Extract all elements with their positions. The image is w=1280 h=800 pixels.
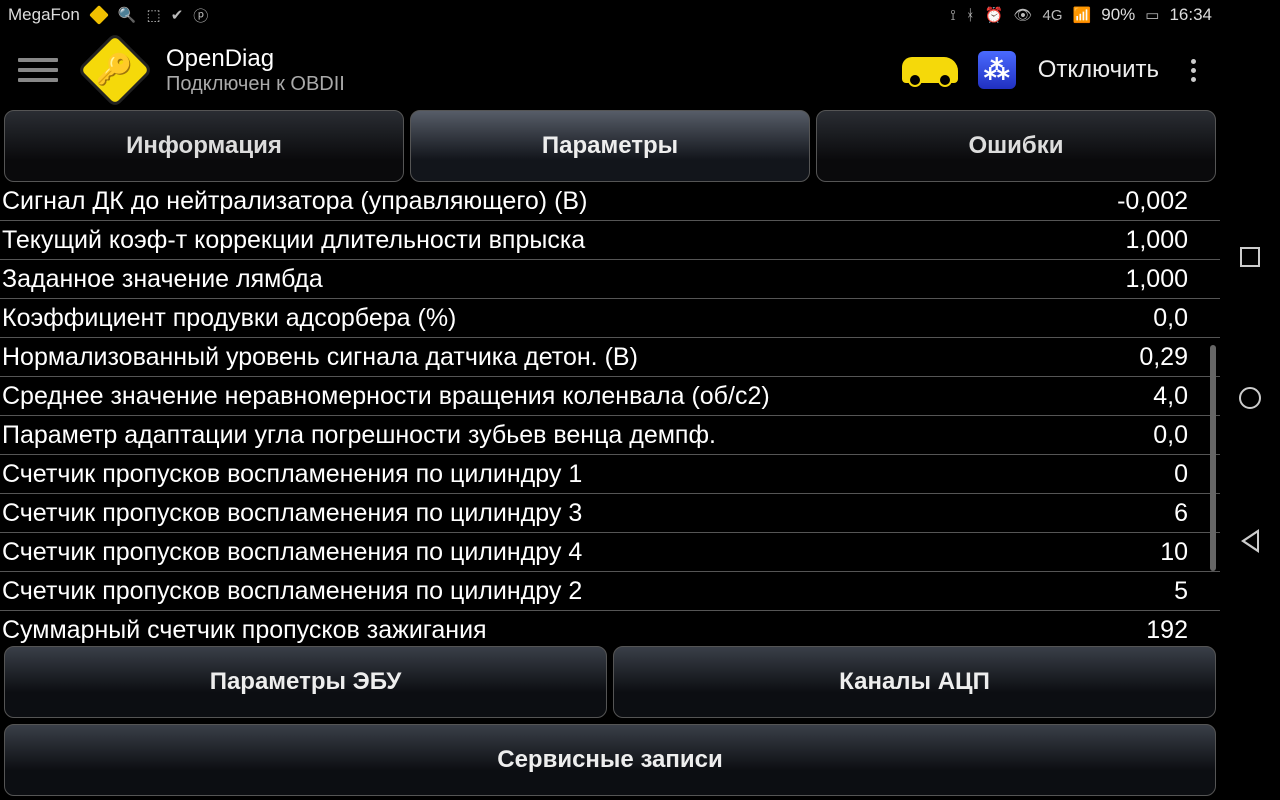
parameter-row[interactable]: Сигнал ДК до нейтрализатора (управляющег… [0,182,1220,221]
parameter-value: 1,000 [1105,226,1218,255]
alarm-icon: ⏰ [985,6,1004,24]
bottom-toolbar: Параметры ЭБУ Каналы АЦП Сервисные запис… [0,644,1220,800]
menu-button[interactable] [18,50,58,90]
eye-icon: 👁 [1013,6,1032,24]
signal-icon: 📶 [1073,6,1092,24]
pinterest-icon: ⓟ [193,5,208,26]
parameter-row[interactable]: Коэффициент продувки адсорбера (%)0,0 [0,299,1220,338]
parameter-value: 5 [1154,577,1218,606]
ecu-params-button[interactable]: Параметры ЭБУ [4,646,607,718]
service-records-button[interactable]: Сервисные записи [4,724,1216,796]
parameter-name: Заданное значение лямбда [2,265,1105,294]
parameter-value: 0 [1154,460,1218,489]
parameter-name: Счетчик пропусков воспламенения по цилин… [2,460,1154,489]
search-icon: 🔍 [118,6,137,24]
clock-label: 16:34 [1169,5,1212,25]
parameter-row[interactable]: Заданное значение лямбда1,000 [0,260,1220,299]
parameter-row[interactable]: Суммарный счетчик пропусков зажигания192 [0,611,1220,644]
parameter-name: Коэффициент продувки адсорбера (%) [2,304,1133,333]
tab-errors[interactable]: Ошибки [816,110,1216,182]
app-bar: 🔑 OpenDiag Подключен к OBDII ⁂ Отключить [0,30,1220,110]
parameter-value: 192 [1126,616,1218,645]
parameter-value: 0,0 [1133,421,1218,450]
car-icon[interactable] [902,57,958,83]
disconnect-button[interactable]: Отключить [1038,56,1159,84]
gps-icon: ⟟ [950,7,956,24]
carrier-icon [89,5,109,25]
nav-back-button[interactable] [1241,529,1259,553]
parameter-row[interactable]: Счетчик пропусков воспламенения по цилин… [0,494,1220,533]
app-title: OpenDiag [166,45,345,73]
parameter-row[interactable]: Текущий коэф-т коррекции длительности вп… [0,221,1220,260]
parameter-value: 0,0 [1133,304,1218,333]
tab-info[interactable]: Информация [4,110,404,182]
parameter-name: Счетчик пропусков воспламенения по цилин… [2,499,1154,528]
bluetooth-status-icon: ᚼ [966,7,975,24]
nav-recent-button[interactable] [1240,247,1260,267]
parameter-name: Счетчик пропусков воспламенения по цилин… [2,538,1140,567]
parameter-value: 0,29 [1119,343,1218,372]
parameter-row[interactable]: Счетчик пропусков воспламенения по цилин… [0,533,1220,572]
parameter-value: 10 [1140,538,1218,567]
parameter-value: 4,0 [1133,382,1218,411]
parameter-name: Нормализованный уровень сигнала датчика … [2,343,1119,372]
system-nav-bar [1220,0,1280,800]
parameter-name: Суммарный счетчик пропусков зажигания [2,616,1126,645]
tab-params[interactable]: Параметры [410,110,810,182]
parameter-value: -0,002 [1097,187,1218,216]
nav-home-button[interactable] [1239,387,1261,409]
parameter-row[interactable]: Счетчик пропусков воспламенения по цилин… [0,572,1220,611]
crop-icon: ⬚ [147,6,161,24]
adc-channels-button[interactable]: Каналы АЦП [613,646,1216,718]
bluetooth-icon[interactable]: ⁂ [978,51,1016,89]
parameter-name: Сигнал ДК до нейтрализатора (управляющег… [2,187,1097,216]
parameter-name: Среднее значение неравномерности вращени… [2,382,1133,411]
carrier-label: MegaFon [8,5,80,25]
parameter-name: Текущий коэф-т коррекции длительности вп… [2,226,1105,255]
parameter-row[interactable]: Счетчик пропусков воспламенения по цилин… [0,455,1220,494]
battery-icon: ▭ [1145,6,1159,24]
parameter-list[interactable]: Сигнал ДК до нейтрализатора (управляющег… [0,182,1220,644]
overflow-menu-button[interactable] [1181,53,1206,88]
app-subtitle: Подключен к OBDII [166,73,345,96]
network-icon: 4G [1043,7,1063,24]
parameter-name: Параметр адаптации угла погрешности зубь… [2,421,1133,450]
parameter-row[interactable]: Нормализованный уровень сигнала датчика … [0,338,1220,377]
parameter-value: 1,000 [1105,265,1218,294]
scrollbar-thumb[interactable] [1210,345,1216,571]
app-logo: 🔑 [77,32,153,108]
status-bar: MegaFon 🔍 ⬚ ✔ ⓟ ⟟ ᚼ ⏰ 👁 4G 📶 90% ▭ 16:34 [0,0,1220,30]
main-tabs: Информация Параметры Ошибки [0,110,1220,182]
battery-label: 90% [1101,5,1135,25]
parameter-value: 6 [1154,499,1218,528]
parameter-row[interactable]: Параметр адаптации угла погрешности зубь… [0,416,1220,455]
vk-icon: ✔ [171,6,184,24]
parameter-row[interactable]: Среднее значение неравномерности вращени… [0,377,1220,416]
parameter-name: Счетчик пропусков воспламенения по цилин… [2,577,1154,606]
